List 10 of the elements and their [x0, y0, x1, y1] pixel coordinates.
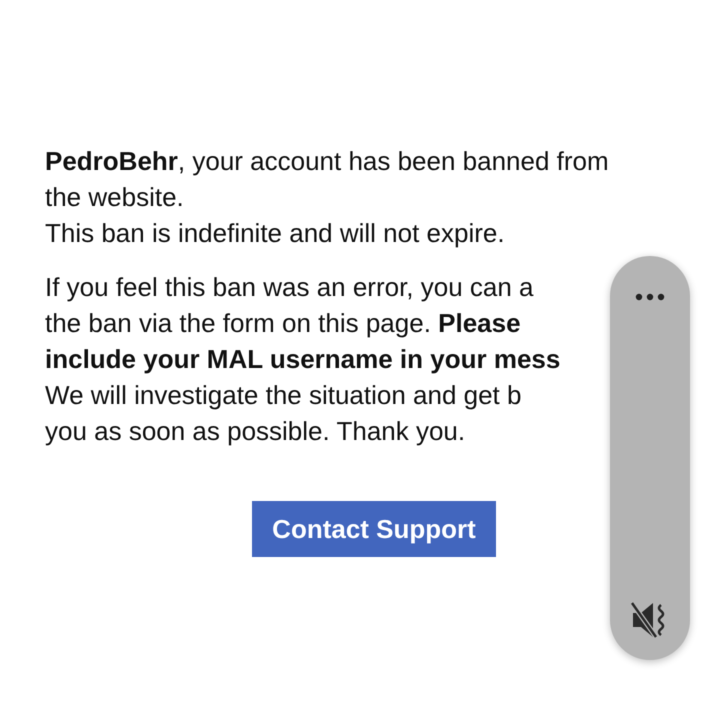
message-text: This ban is indefinite and will not expire.: [45, 217, 505, 250]
contact-support-button[interactable]: Contact Support: [252, 501, 496, 557]
message-text: If you feel this ban was an error, you can a: [45, 271, 534, 304]
message-text: you as soon as possible. Thank you.: [45, 415, 466, 448]
message-text: PedroBehr, your account has been banned from: [45, 145, 609, 178]
more-icon[interactable]: [635, 293, 665, 301]
message-text: include your MAL username in your mess: [45, 343, 560, 376]
message-text: the ban via the form on this page. Please: [45, 307, 521, 340]
message-text: We will investigate the situation and get b: [45, 379, 522, 412]
message-text: the website.: [45, 181, 184, 214]
